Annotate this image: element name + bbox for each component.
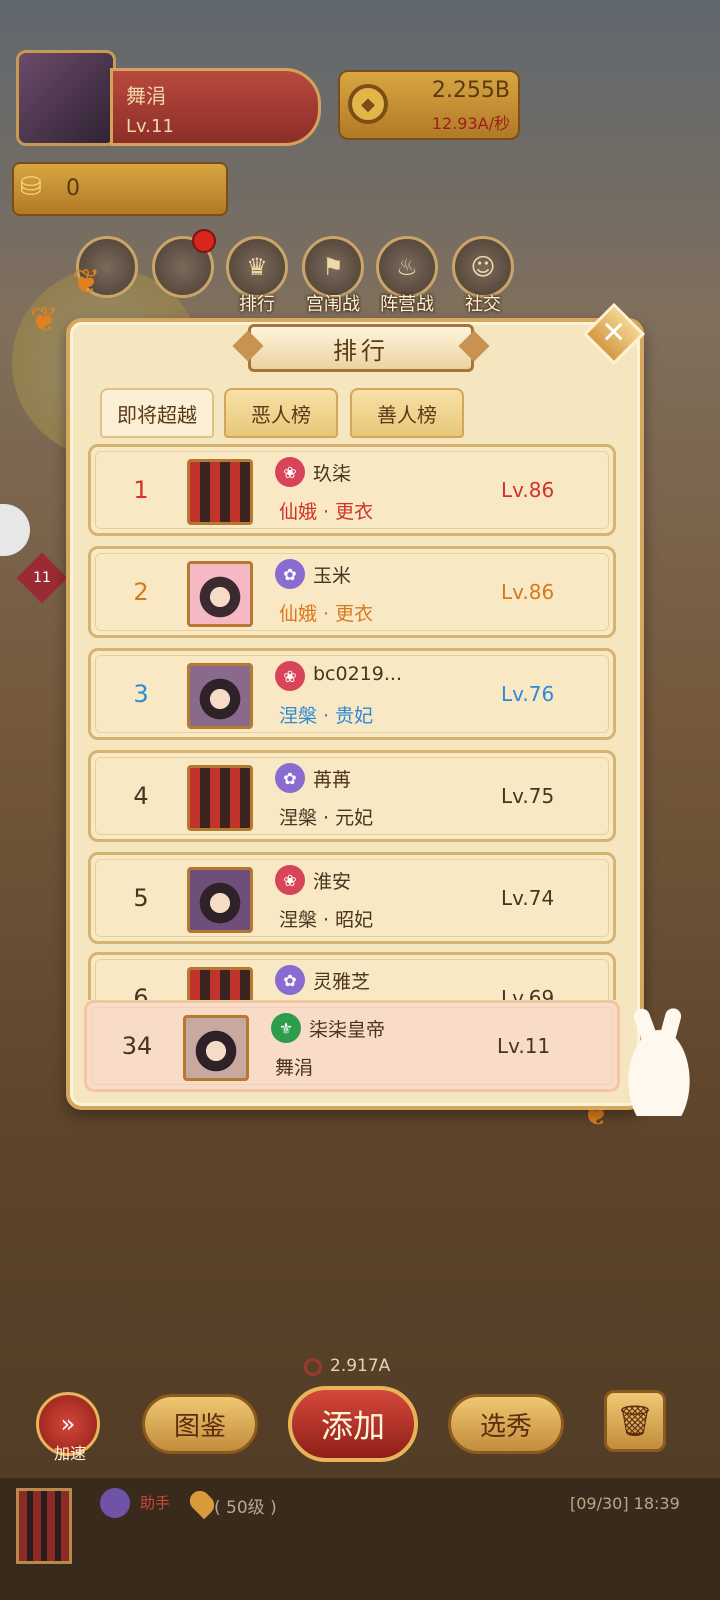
menu-label-social: 社交 xyxy=(465,294,501,315)
player-level: Lv.11 xyxy=(497,1034,551,1058)
notification-dot xyxy=(192,229,216,253)
player-name: 灵雅芝 xyxy=(313,971,371,993)
cost-icon xyxy=(304,1358,322,1376)
rank-number: 4 xyxy=(133,782,149,810)
rank-number: 3 xyxy=(133,680,149,708)
ranking-row-3[interactable]: 3 ❀ bc0219... 涅槃 · 贵妃 Lv.76 xyxy=(88,648,616,740)
ranking-list[interactable]: 1 ❀ 玖柒 仙娥 · 更衣 Lv.86 2 ✿ 玉米 仙娥 · 更衣 Lv.8… xyxy=(80,438,640,1000)
rank-number: 6 xyxy=(133,984,149,1000)
trash-icon: 🗑 xyxy=(615,1403,655,1439)
player-name: 苒苒 xyxy=(313,769,352,791)
coin-amount: 2.255B xyxy=(431,78,510,103)
ingot-icon: ⛁ xyxy=(20,172,42,202)
player-name: bc0219... xyxy=(313,663,402,685)
player-portrait[interactable] xyxy=(183,1015,249,1081)
player-level: Lv.69 xyxy=(501,986,555,1000)
player-name: 舞涓 xyxy=(126,84,166,108)
player-level: Lv.86 xyxy=(501,478,555,502)
speed-label: 加速 xyxy=(53,1444,86,1463)
menu-label-camp-war: 阵营战 xyxy=(380,294,434,315)
player-portrait[interactable] xyxy=(187,459,253,525)
add-button[interactable]: 添加 xyxy=(288,1386,418,1462)
fast-forward-icon: » xyxy=(60,1410,76,1438)
coin-icon: ◆ xyxy=(348,84,388,124)
trash-button[interactable]: 🗑 xyxy=(604,1390,666,1452)
tab-upcoming[interactable]: 即将超越 xyxy=(100,388,214,438)
bunny-mascot xyxy=(620,1016,698,1116)
ranking-row-4[interactable]: 4 ✿ 苒苒 涅槃 · 元妃 Lv.75 xyxy=(88,750,616,842)
maple-leaf-icon: ❦ xyxy=(72,262,101,302)
player-portrait[interactable] xyxy=(187,561,253,627)
faction-fleur-icon: ⚜ xyxy=(271,1013,301,1043)
faction-butterfly-icon: ❀ xyxy=(275,865,305,895)
tab-villain-ranking[interactable]: 恶人榜 xyxy=(224,388,338,438)
trophy-icon: ♛ xyxy=(246,253,268,281)
close-icon: ✕ xyxy=(601,315,627,351)
faction-phoenix-icon: ✿ xyxy=(275,965,305,995)
ingot-count: 0 xyxy=(66,176,80,201)
ranking-row-2[interactable]: 2 ✿ 玉米 仙娥 · 更衣 Lv.86 xyxy=(88,546,616,638)
player-name: 玉米 xyxy=(313,565,352,587)
player-title: 仙娥 · 更衣 xyxy=(279,603,374,625)
my-ranking-row[interactable]: 34 ⚜ 柒柒皇帝 舞涓 Lv.11 xyxy=(84,1000,620,1092)
player-level: Lv.11 xyxy=(126,116,174,137)
player-name: 玖柒 xyxy=(313,463,352,485)
player-portrait[interactable] xyxy=(187,663,253,729)
menu-camp-war-button[interactable]: ♨ xyxy=(376,236,438,298)
status-name: 助手 xyxy=(140,1494,171,1512)
side-tag[interactable]: 11 xyxy=(16,552,68,604)
war-flag-icon: ⚑ xyxy=(322,253,344,281)
player-title: 仙娥 · 更衣 xyxy=(279,501,374,523)
rank-number: 5 xyxy=(133,884,149,912)
status-thumbnail[interactable] xyxy=(16,1488,72,1564)
player-name: 淮安 xyxy=(313,871,352,893)
tab-virtue-ranking[interactable]: 善人榜 xyxy=(350,388,464,438)
player-portrait[interactable] xyxy=(187,867,253,933)
coin-rate: 12.93A/秒 xyxy=(431,114,510,133)
player-level: Lv.86 xyxy=(501,580,555,604)
player-title: 涅槃 · 元妃 xyxy=(279,807,374,829)
side-tag-label: 11 xyxy=(33,570,51,586)
status-level: ( 50级 ) xyxy=(214,1498,277,1518)
player-avatar[interactable] xyxy=(16,50,116,146)
player-level: Lv.76 xyxy=(501,682,555,706)
player-level: Lv.75 xyxy=(501,784,555,808)
popup-title: 排行 xyxy=(248,324,474,372)
player-title: 涅槃 · 贵妃 xyxy=(279,705,374,727)
catalog-button[interactable]: 图鉴 xyxy=(142,1394,258,1454)
player-name: 柒柒皇帝 xyxy=(309,1019,386,1041)
faction-phoenix-icon: ✿ xyxy=(275,559,305,589)
ranking-row-1[interactable]: 1 ❀ 玖柒 仙娥 · 更衣 Lv.86 xyxy=(88,444,616,536)
menu-palace-war-button[interactable]: ⚑ xyxy=(302,236,364,298)
ranking-row-5[interactable]: 5 ❀ 淮安 涅槃 · 昭妃 Lv.74 xyxy=(88,852,616,944)
rank-number: 2 xyxy=(133,578,149,606)
menu-rank-button[interactable]: ♛ xyxy=(226,236,288,298)
maple-leaf-icon: ❦ xyxy=(30,300,59,340)
faction-butterfly-icon: ❀ xyxy=(275,457,305,487)
menu-label-rank: 排行 xyxy=(239,294,275,315)
player-portrait[interactable] xyxy=(187,765,253,831)
ingot-box[interactable] xyxy=(12,162,228,216)
status-faction-icon xyxy=(100,1488,130,1518)
faction-butterfly-icon: ❀ xyxy=(275,661,305,691)
add-cost: 2.917A xyxy=(330,1356,391,1376)
faction-phoenix-icon: ✿ xyxy=(275,763,305,793)
player-title: 舞涓 xyxy=(275,1057,314,1079)
friends-icon: ☺ xyxy=(470,253,496,281)
select-button[interactable]: 选秀 xyxy=(448,1394,564,1454)
status-time: [09/30] 18:39 xyxy=(570,1494,680,1513)
menu-social-button[interactable]: ☺ xyxy=(452,236,514,298)
camp-fire-icon: ♨ xyxy=(396,253,418,281)
rank-number: 1 xyxy=(133,476,149,504)
player-title: 涅槃 · 昭妃 xyxy=(279,909,374,931)
player-portrait[interactable] xyxy=(187,967,253,1000)
rank-number: 34 xyxy=(121,1032,153,1060)
ranking-row-6[interactable]: 6 ✿ 灵雅芝 Lv.69 xyxy=(88,952,616,1000)
player-level: Lv.74 xyxy=(501,886,555,910)
